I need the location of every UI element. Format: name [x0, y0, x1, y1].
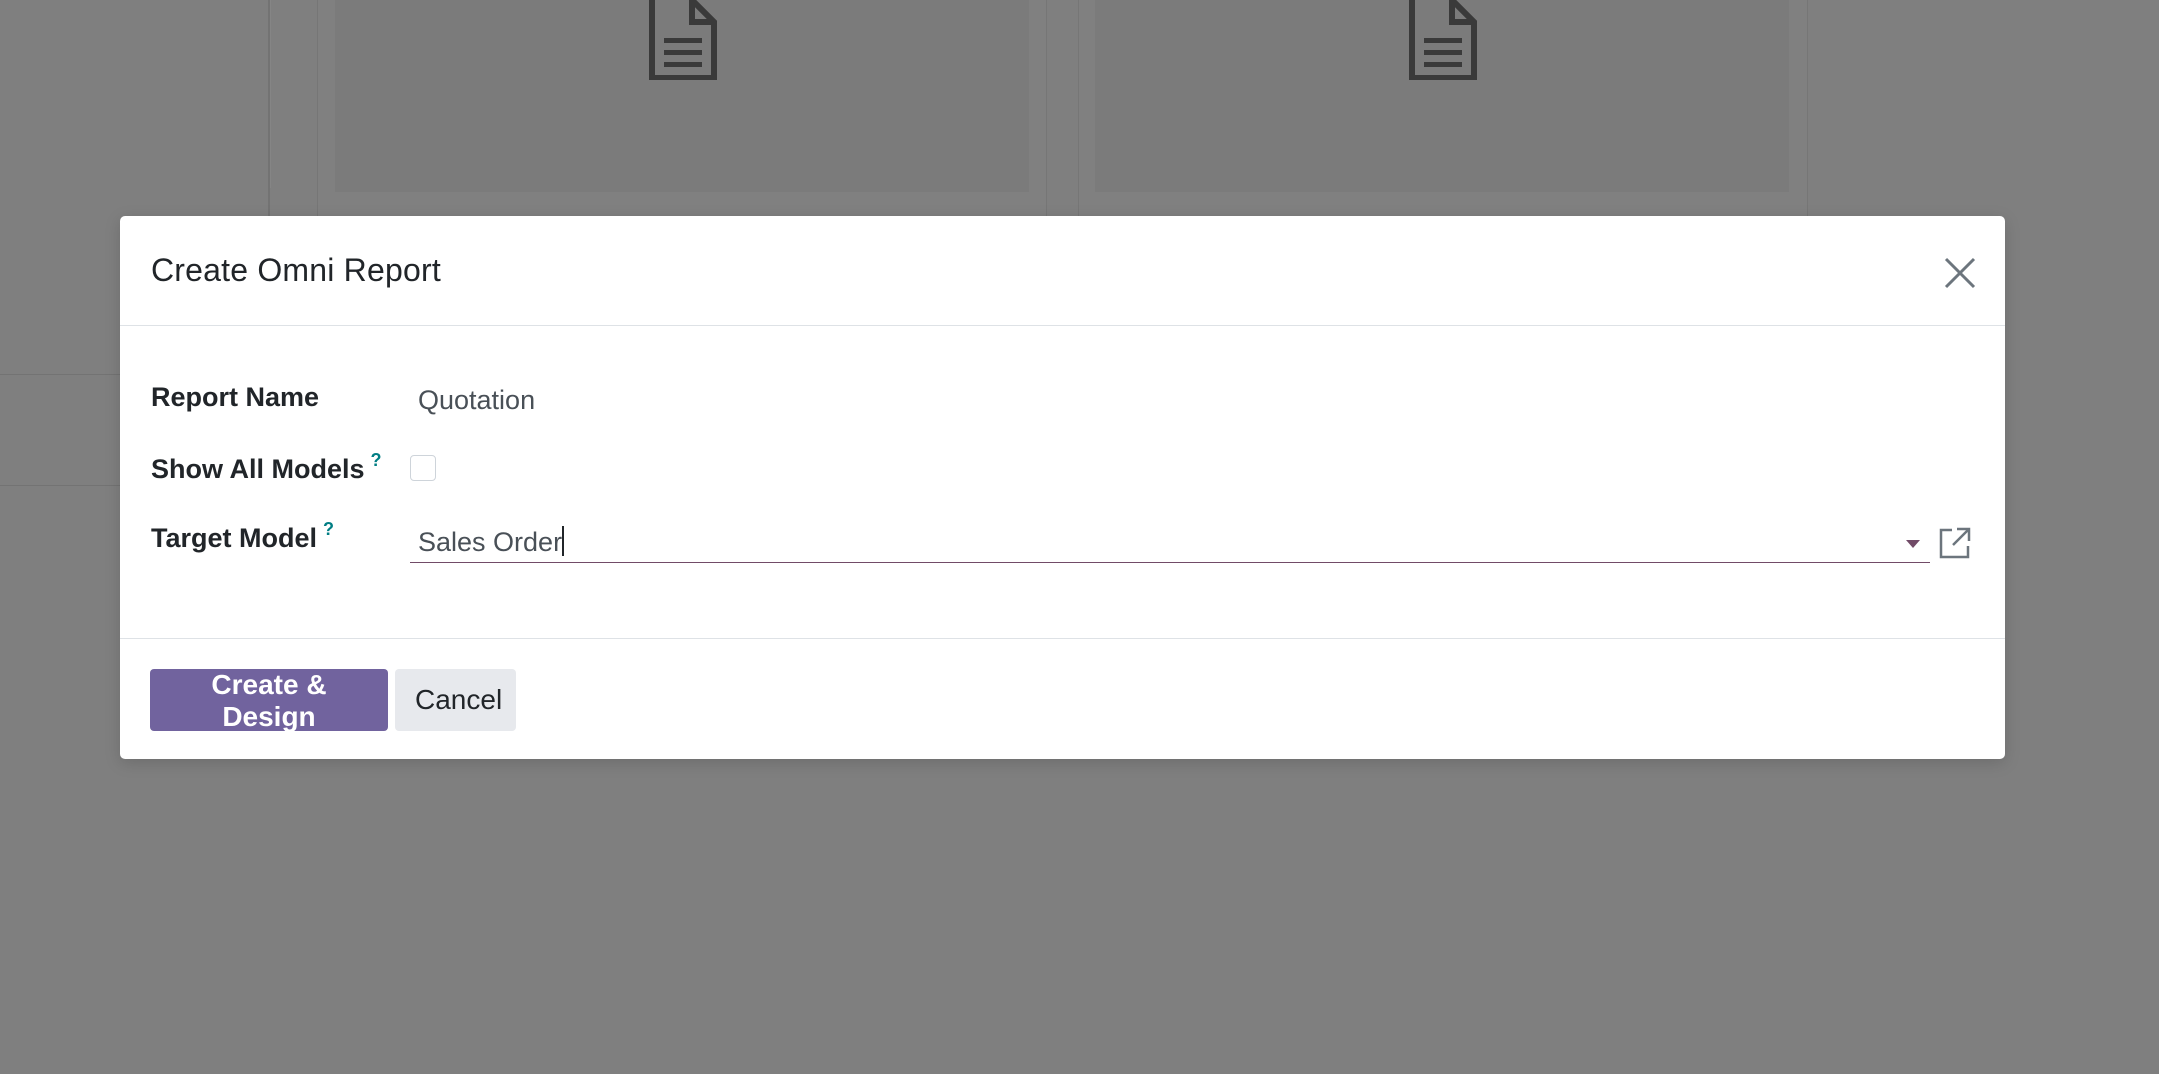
document-icon	[1409, 0, 1477, 80]
report-name-label: Report Name	[151, 382, 320, 412]
external-link-icon[interactable]	[1938, 526, 1972, 560]
text-cursor	[562, 526, 565, 556]
target-model-label: Target Model?	[151, 519, 334, 554]
cancel-button[interactable]: Cancel	[395, 669, 516, 731]
help-tooltip-icon[interactable]: ?	[371, 450, 382, 470]
bg-sidebar-inner-border	[270, 0, 271, 188]
dialog-footer: Create & Design Cancel	[120, 638, 2005, 759]
show-all-models-checkbox[interactable]	[410, 455, 436, 481]
create-report-dialog: Create Omni Report Report Name Quotation…	[120, 216, 2005, 759]
caret-down-icon[interactable]	[1906, 540, 1920, 548]
bg-divider	[0, 485, 120, 486]
show-all-models-label: Show All Models?	[151, 450, 382, 485]
target-model-label-text: Target Model	[151, 523, 318, 553]
target-model-text: Sales Order	[418, 527, 563, 557]
target-model-value: Sales Order	[418, 522, 565, 562]
target-model-input[interactable]: Sales Order	[410, 522, 1930, 563]
report-name-input[interactable]: Quotation	[418, 385, 535, 416]
dialog-body: Report Name Quotation Show All Models? T…	[120, 326, 2005, 653]
dialog-header: Create Omni Report	[120, 216, 2005, 326]
bg-divider	[0, 374, 120, 375]
close-icon[interactable]	[1941, 254, 1979, 292]
document-icon	[649, 0, 717, 80]
create-design-button[interactable]: Create & Design	[150, 669, 388, 732]
dialog-title: Create Omni Report	[151, 252, 441, 288]
help-tooltip-icon[interactable]: ?	[323, 519, 334, 539]
show-all-models-label-text: Show All Models	[151, 454, 365, 484]
